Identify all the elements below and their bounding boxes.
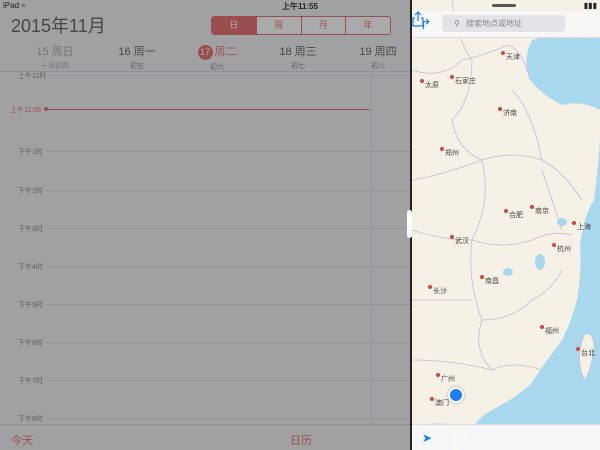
search-placeholder: 搜索地点或地址	[466, 19, 522, 28]
current-location-dot[interactable]	[448, 387, 464, 403]
hour-row: 下午6时	[0, 340, 410, 347]
calendar-pane: 2015年11月 日 周 月 年 15 周日 十月初四 16 周一 初五 17 周…	[0, 0, 410, 450]
city-taiyuan[interactable]: 太原	[420, 79, 439, 90]
status-bar: iPad ≈ 上午11:55 ▮▮▮	[0, 0, 600, 11]
ipad-screen: 2015年11月 日 周 月 年 15 周日 十月初四 16 周一 初五 17 周…	[0, 0, 600, 450]
hour-row: 上午11时	[0, 73, 410, 80]
dongting-lake	[503, 268, 513, 276]
today-button[interactable]: 今天	[11, 432, 33, 448]
city-changsha[interactable]: 长沙	[428, 285, 447, 296]
battery-icon: ▮▮▮	[583, 1, 597, 10]
search-field[interactable]: ⚲ 搜索地点或地址	[442, 15, 565, 32]
province-border	[412, 159, 483, 181]
hour-row: 下午8时	[0, 416, 410, 423]
share-icon[interactable]	[412, 11, 424, 27]
hour-row: 下午1时	[0, 149, 410, 156]
hour-row: 下午4时	[0, 264, 410, 271]
status-time: 上午11:55	[281, 2, 319, 11]
hour-row: 下午7时	[0, 378, 410, 385]
day-timeline[interactable]: 上午11时 上午11:55 下午1时 下午2时 下午3时 下午4时 下午5时 下…	[0, 72, 410, 424]
day-header-19[interactable]: 19 周四 初八	[338, 38, 418, 71]
city-fuzhou[interactable]: 福州	[540, 325, 559, 336]
week-day-header: 15 周日 十月初四 16 周一 初五 17 周二 初六 18 周三 初七 19 …	[0, 38, 410, 72]
current-time-indicator: 上午11:55	[0, 107, 410, 114]
day-header-17-today[interactable]: 17 周二 初六	[177, 38, 257, 72]
hour-row: 下午3时	[0, 226, 410, 233]
hour-row: 下午2时	[0, 188, 410, 195]
city-hangzhou[interactable]: 杭州	[552, 243, 571, 254]
city-taipei[interactable]: 台北	[576, 347, 595, 358]
city-wuhan[interactable]: 武汉	[450, 235, 469, 246]
view-mode-segmented-control: 日 周 月 年	[211, 16, 391, 35]
maps-bottom-bar: ➤	[412, 424, 600, 450]
city-macau[interactable]: 澳门	[430, 397, 449, 408]
day-header-18[interactable]: 18 周三 初七	[258, 38, 338, 71]
maps-pane[interactable]: 天津 太原 石家庄 济南 郑州 合肥 南京 上海 武汉 杭州 南昌 长沙 福州 …	[412, 0, 600, 450]
poyang-lake	[535, 254, 545, 270]
view-mode-year[interactable]: 年	[345, 17, 390, 34]
province-border	[478, 319, 543, 371]
city-jinan[interactable]: 济南	[498, 107, 517, 118]
day-header-15[interactable]: 15 周日 十月初四	[15, 38, 95, 71]
city-nanjing[interactable]: 南京	[530, 205, 549, 216]
city-hefei[interactable]: 合肥	[504, 209, 523, 220]
view-mode-day[interactable]: 日	[212, 17, 256, 34]
hour-row: 下午5时	[0, 302, 410, 309]
city-zhengzhou[interactable]: 郑州	[440, 147, 459, 158]
today-badge: 17	[197, 45, 213, 60]
day-header-16[interactable]: 16 周一 初五	[97, 38, 177, 71]
month-title: 2015年11月	[11, 16, 106, 36]
location-arrow-icon[interactable]: ➤	[422, 431, 432, 445]
east-sea	[462, 140, 600, 450]
calendars-button[interactable]: 日历	[290, 432, 312, 448]
city-tianjin[interactable]: 天津	[501, 51, 520, 62]
view-mode-month[interactable]: 月	[300, 17, 346, 34]
split-view-handle[interactable]	[407, 210, 412, 238]
province-border	[471, 159, 573, 246]
city-nanchang[interactable]: 南昌	[480, 275, 499, 286]
province-border	[511, 89, 543, 161]
province-border	[412, 359, 493, 371]
taihu-lake	[557, 218, 567, 226]
view-mode-week[interactable]: 周	[255, 17, 301, 34]
city-shijiazhuang[interactable]: 石家庄	[450, 75, 476, 86]
city-shanghai[interactable]: 上海	[572, 221, 591, 232]
search-icon: ⚲	[454, 19, 460, 28]
maps-top-bar: ↱ ⚲ 搜索地点或地址	[412, 11, 600, 38]
province-border	[481, 154, 583, 201]
calendar-toolbar: 今天 日历	[0, 424, 410, 450]
column-divider	[370, 72, 371, 424]
bohai-sea	[526, 33, 600, 110]
city-guangzhou[interactable]: 广州	[436, 373, 455, 384]
